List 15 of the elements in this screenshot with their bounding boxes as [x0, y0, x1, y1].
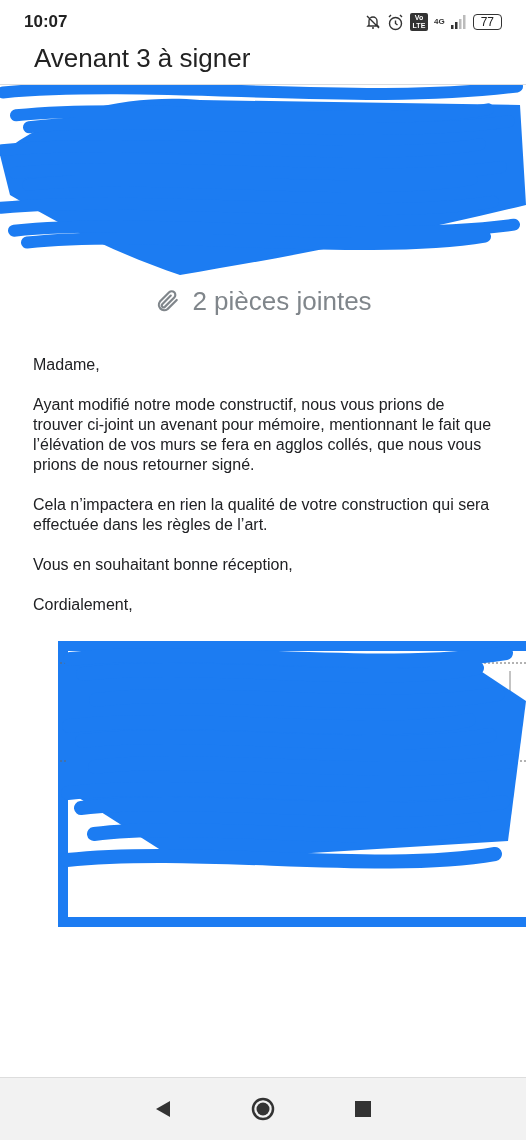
back-icon[interactable] [155, 1100, 171, 1118]
email-subject: Avenant 3 à signer [34, 44, 251, 72]
signal-icon [450, 15, 467, 29]
bell-off-icon [364, 14, 381, 30]
message-paragraph: Madame, [33, 355, 101, 375]
network-type: 4G [433, 18, 445, 26]
clock-time: 10:07 [24, 12, 68, 32]
alarm-icon [386, 13, 404, 31]
message-paragraph: Ayant modifié notre mode constructif, nous vous prions de trouver ci-joint un avenant pour mémoire, mentionnant le fait que l’élévation de vos murs se fera en agglos collés, que nous vous prions de nous retourner signé. [33, 395, 492, 475]
message-paragraph: Vous en souhaitant bonne réception, [33, 555, 294, 575]
message-paragraph: Cordialement, [33, 595, 134, 615]
battery-level: 77 [472, 14, 502, 30]
home-icon[interactable] [251, 1097, 275, 1121]
message-paragraph: Cela n’impactera en rien la qualité de votre construction qui sera effectuée dans les règles de l’art. [33, 495, 491, 535]
attachments-count[interactable]: 2 pièces jointes [192, 285, 372, 317]
